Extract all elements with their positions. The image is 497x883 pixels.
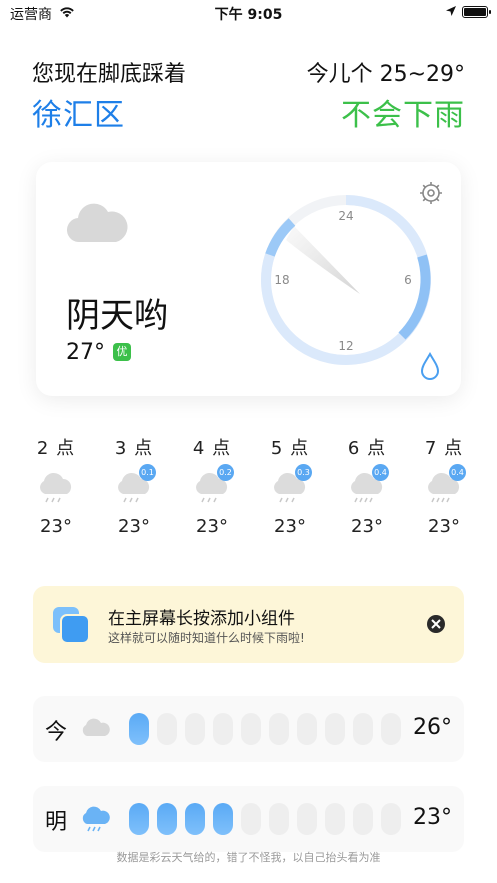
status-bar: 运营商 下午 9:05	[0, 0, 497, 26]
rain-verdict: 不会下雨	[341, 98, 465, 133]
location-prefix: 您现在脚底踩着	[32, 62, 187, 87]
day-temp: 26°	[413, 715, 452, 740]
banner-subtitle: 这样就可以随时知道什么时候下雨啦!	[108, 631, 305, 645]
rain-segment	[381, 713, 401, 745]
rain-segment	[297, 803, 317, 835]
hour-item: 2 点 23°	[26, 434, 86, 537]
dial-label-top: 24	[338, 209, 353, 223]
rain-segment	[185, 803, 205, 835]
rain-amount-badge: 0.3	[295, 464, 312, 481]
banner-title: 在主屏幕长按添加小组件	[108, 609, 295, 629]
rain-segment	[269, 803, 289, 835]
hour-label: 3 点	[114, 438, 154, 459]
rain-amount-badge: 0.4	[372, 464, 389, 481]
rain-segment	[269, 713, 289, 745]
clock: 下午 9:05	[214, 7, 283, 23]
dial-label-left: 18	[274, 273, 289, 287]
rain-segment	[241, 803, 261, 835]
dial-label-bottom: 12	[338, 339, 353, 353]
hour-item: 4 点 0.2 23°	[182, 434, 242, 537]
rain-segment	[129, 713, 149, 745]
hour-item: 6 点 0.4 23°	[337, 434, 397, 537]
rain-segment	[157, 803, 177, 835]
rain-cloud-icon: 0.3	[270, 464, 312, 506]
day-row-today[interactable]: 今 26°	[33, 696, 464, 762]
location-arrow-icon	[446, 6, 456, 16]
current-temperature: 27°	[66, 340, 105, 365]
rain-cloud-icon	[36, 468, 76, 506]
rain-segment	[353, 713, 373, 745]
rain-cloud-icon	[82, 806, 110, 832]
day-row-tomorrow[interactable]: 明 23°	[33, 786, 464, 852]
rain-segment	[157, 713, 177, 745]
current-weather-card: 阴天哟 27° 优 24 6 12 18	[36, 162, 461, 396]
condition-text: 阴天哟	[66, 296, 168, 336]
cloud-icon	[82, 718, 110, 736]
rain-segment	[241, 713, 261, 745]
rain-segment	[325, 713, 345, 745]
hour-item: 7 点 0.4 23°	[414, 434, 474, 537]
dial-label-right: 6	[404, 273, 412, 287]
location-name[interactable]: 徐汇区	[32, 90, 125, 134]
hour-item: 3 点 0.1 23°	[104, 434, 164, 537]
hour-temp: 23°	[274, 516, 306, 537]
hour-temp: 23°	[196, 516, 228, 537]
rain-amount-badge: 0.4	[449, 464, 466, 481]
rain-segment	[381, 803, 401, 835]
rain-segment	[297, 713, 317, 745]
hour-temp: 23°	[118, 516, 150, 537]
rain-clock-dial: 24 6 12 18	[261, 195, 431, 365]
temp-range: 今儿个 25~29°	[306, 62, 465, 87]
rain-segment	[213, 803, 233, 835]
hour-label: 4 点	[192, 438, 232, 459]
day-temp: 23°	[413, 805, 452, 830]
cloud-icon	[66, 203, 128, 243]
hour-label: 6 点	[347, 438, 387, 459]
day-label: 今	[45, 720, 68, 745]
rain-amount-badge: 0.1	[139, 464, 156, 481]
rain-cloud-icon: 0.2	[192, 464, 234, 506]
hour-temp: 23°	[428, 516, 460, 537]
aqi-badge: 优	[113, 343, 131, 361]
widget-icon	[53, 607, 90, 644]
data-source-note: 数据是彩云天气给的，错了不怪我，以自己抬头看为准	[116, 851, 381, 864]
rain-amount-badge: 0.2	[217, 464, 234, 481]
hour-temp: 23°	[351, 516, 383, 537]
rain-segment	[213, 713, 233, 745]
rain-segment	[185, 713, 205, 745]
day-label: 明	[45, 810, 68, 835]
widget-tip-banner[interactable]: 在主屏幕长按添加小组件 这样就可以随时知道什么时候下雨啦!	[33, 586, 464, 663]
rain-segment	[129, 803, 149, 835]
battery-icon	[462, 6, 491, 18]
hour-label: 5 点	[270, 438, 310, 459]
water-drop-icon[interactable]	[420, 352, 440, 380]
rain-segment	[353, 803, 373, 835]
hour-temp: 23°	[40, 516, 72, 537]
hour-item: 5 点 0.3 23°	[260, 434, 320, 537]
hour-label: 2 点	[36, 438, 76, 459]
rain-cloud-icon: 0.4	[424, 464, 466, 506]
rain-segment	[325, 803, 345, 835]
close-icon[interactable]	[427, 615, 445, 633]
hour-label: 7 点	[424, 438, 464, 459]
hourly-forecast: 2 点 23° 3 点 0.1 23° 4 点 0.2 23° 5 点 0.3 …	[0, 434, 497, 544]
rain-cloud-icon: 0.1	[114, 464, 156, 506]
rain-cloud-icon: 0.4	[347, 464, 389, 506]
